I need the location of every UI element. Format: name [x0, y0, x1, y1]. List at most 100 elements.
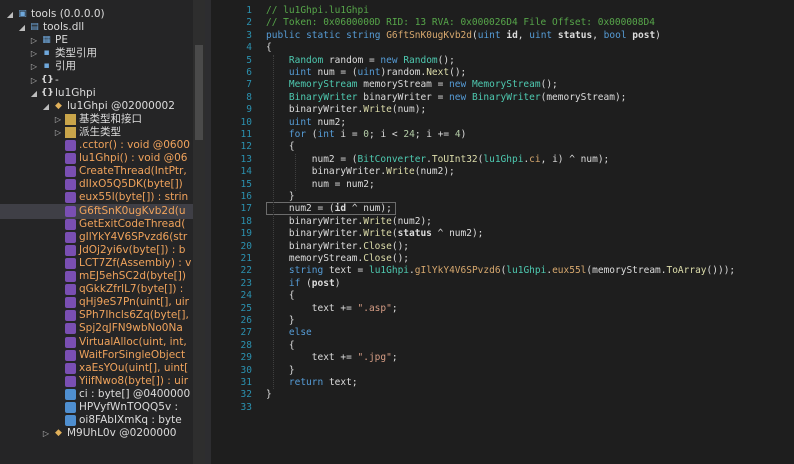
line-number: 17 [240, 203, 252, 215]
line-number: 31 [240, 377, 252, 388]
code-line[interactable]: num2 = (BitConverter.ToUInt32(lu1Ghpi.ci… [266, 153, 610, 166]
code-token: , i) ^ num); [540, 153, 610, 165]
namespace-icon: {} [41, 74, 54, 85]
code-token: new [449, 79, 467, 91]
code-line[interactable]: binaryWriter.Close(); [266, 241, 409, 253]
code-token: binaryWriter. [266, 240, 364, 252]
code-token: ) [460, 129, 467, 140]
code-line[interactable]: text += ".asp"; [266, 303, 398, 315]
code-token: (memoryStream. [586, 265, 667, 277]
code-token: num2; [311, 116, 347, 128]
code-token: lu1Ghpi [368, 265, 410, 277]
code-token: BinaryWriter [288, 91, 358, 103]
code-token: string [288, 265, 324, 277]
code-line[interactable]: // lu1Ghpi.lu1Ghpi [266, 5, 369, 17]
code-token: Write [363, 104, 392, 116]
code-token: post [632, 29, 656, 41]
code-line[interactable]: string text = lu1Ghpi.gIlYkY4V6SPvzd6(lu… [266, 265, 735, 277]
line-number: 24 [240, 290, 252, 302]
code-token: text += [266, 302, 358, 314]
code-line[interactable]: { [266, 141, 295, 153]
method-icon [65, 218, 76, 230]
code-line[interactable]: // Token: 0x0600000D RID: 13 RVA: 0x0000… [266, 17, 655, 29]
code-line[interactable]: Random random = new Random(); [266, 55, 455, 67]
method-icon [65, 192, 76, 204]
line-number: 11 [240, 129, 252, 140]
code-line[interactable]: } [266, 315, 295, 327]
code-line[interactable]: memoryStream.Close(); [266, 253, 409, 265]
code-line[interactable]: MemoryStream memoryStream = new MemorySt… [266, 79, 558, 91]
code-token: } [266, 389, 272, 401]
code-line[interactable]: } [266, 365, 295, 377]
code-token: } [266, 191, 295, 202]
line-number: 25 [240, 302, 252, 314]
code-editor[interactable]: 1 // lu1Ghpi.lu1Ghpi 2 // Token: 0x0600000D… [211, 0, 794, 464]
code-token: ".jpg" [357, 352, 392, 364]
code-token: ^ num2); [431, 228, 484, 240]
code-line[interactable]: { [266, 290, 295, 302]
code-line[interactable]: num = num2; [266, 179, 375, 191]
tree-scrollbar-thumb[interactable] [195, 45, 203, 140]
code-token: )random. [380, 67, 427, 78]
line-number: 30 [240, 364, 252, 376]
code-token: ())); [706, 265, 736, 277]
assembly-explorer-tree[interactable]: ◢ ▣ tools (0.0.0.0) ◢ ▤ tools.dll ▷ ▦ PE ▷ ▪ 类型引用 ▷ ▪… [0, 0, 205, 464]
code-token: uint [529, 29, 553, 41]
code-line[interactable]: { [266, 42, 272, 54]
code-token: text = [323, 265, 369, 277]
code-token: ( [300, 277, 312, 289]
method-icon [65, 166, 76, 178]
line-number: 8 [246, 91, 252, 103]
code-line[interactable]: binaryWriter.Write(num); [266, 104, 426, 116]
line-number: 14 [240, 166, 252, 178]
references-icon: ▪ [43, 61, 50, 72]
method-icon [65, 323, 76, 335]
code-token: ci [529, 153, 541, 165]
code-token: status [397, 228, 432, 240]
code-token: Close [363, 253, 392, 264]
expand-arrow-icon[interactable]: ▷ [42, 426, 50, 441]
code-line[interactable]: { [266, 340, 295, 352]
line-number: 26 [240, 315, 252, 326]
pe-icon: ▦ [42, 35, 51, 46]
code-token: Next [426, 67, 450, 78]
line-number: 32 [240, 389, 252, 401]
code-line[interactable]: BinaryWriter binaryWriter = new BinaryWr… [266, 91, 627, 104]
code-token: binaryWriter. [266, 215, 364, 227]
code-token: i = [334, 129, 364, 140]
code-line[interactable]: uint num = (uint)random.Next(); [266, 67, 466, 79]
code-line[interactable]: for (int i = 0; i < 24; i += 4) [266, 129, 466, 141]
code-token: uint [357, 67, 381, 78]
field-icon [65, 415, 76, 427]
code-token: G6ftSnK0ugKvb2d [386, 29, 472, 41]
tree-item[interactable]: ▷ ◆ M9UhL0v @0200000 [0, 426, 200, 441]
code-token: eux55l [552, 265, 587, 277]
code-line[interactable]: binaryWriter.Write(status ^ num2); [266, 228, 484, 240]
code-line[interactable]: if (post) [266, 277, 341, 290]
code-line[interactable]: uint num2; [266, 117, 346, 129]
method-icon [65, 140, 76, 151]
line-number: 20 [240, 240, 252, 252]
code-line[interactable]: text += ".jpg"; [266, 352, 398, 364]
code-line[interactable]: return text; [266, 377, 358, 389]
code-token: Write [386, 166, 415, 178]
tree-scrollbar[interactable] [193, 0, 205, 464]
code-line[interactable]: binaryWriter.Write(num2); [266, 216, 432, 228]
code-line[interactable]: public static string G6ftSnK0ugKvb2d(uin… [266, 30, 661, 42]
method-icon [65, 284, 76, 296]
line-number: 6 [246, 67, 252, 78]
code-token: { [266, 141, 295, 153]
code-token: static [306, 29, 341, 41]
line-number: 22 [240, 265, 252, 277]
code-token: return [288, 377, 324, 388]
line-number: 4 [246, 42, 252, 54]
code-token: num2 = ( [266, 153, 358, 165]
line-number: 1 [246, 5, 252, 16]
code-token: public [266, 29, 301, 41]
code-line[interactable]: } [266, 389, 272, 401]
namespace-icon: {} [41, 87, 54, 98]
method-icon [65, 244, 76, 256]
